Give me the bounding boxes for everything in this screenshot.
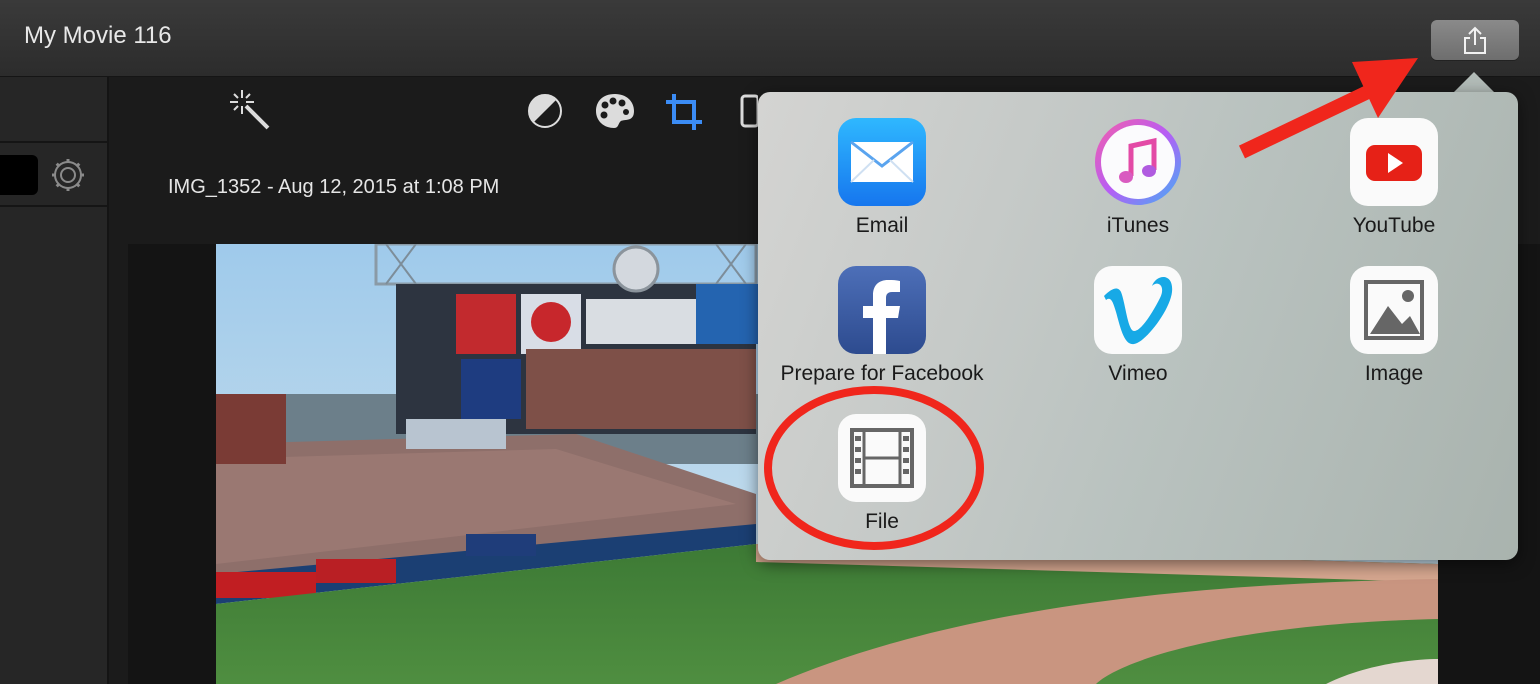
color-balance-icon[interactable]	[526, 92, 564, 130]
share-vimeo[interactable]: Vimeo	[1018, 266, 1258, 386]
share-item-label: Image	[1364, 362, 1424, 385]
clip-name: IMG_1352 - Aug 12, 2015 at 1:08 PM	[168, 176, 500, 198]
share-youtube[interactable]: YouTube	[1274, 118, 1514, 238]
magic-wand-icon[interactable]	[228, 88, 272, 132]
share-itunes[interactable]: iTunes	[1018, 118, 1258, 238]
share-item-label: Vimeo	[1108, 362, 1168, 385]
search-field[interactable]	[0, 155, 38, 195]
share-item-label: iTunes	[1106, 214, 1170, 237]
share-item-label: Email	[855, 214, 909, 237]
facebook-icon	[838, 266, 926, 354]
youtube-icon	[1350, 118, 1438, 206]
image-icon	[1350, 266, 1438, 354]
share-file[interactable]: File	[762, 414, 1002, 534]
share-item-label: Prepare for Facebook	[780, 362, 984, 385]
share-facebook[interactable]: Prepare for Facebook	[762, 266, 1002, 386]
share-icon	[1464, 26, 1486, 54]
share-image[interactable]: Image	[1274, 266, 1514, 386]
share-email[interactable]: Email	[762, 118, 1002, 238]
itunes-icon	[1094, 118, 1182, 206]
gear-icon[interactable]	[50, 157, 86, 193]
film-icon	[838, 414, 926, 502]
left-panel	[0, 77, 109, 684]
vimeo-icon	[1094, 266, 1182, 354]
share-button[interactable]	[1431, 20, 1519, 60]
stabilization-icon[interactable]	[740, 94, 758, 128]
crop-icon[interactable]	[664, 92, 704, 132]
window-title: My Movie 116	[24, 22, 172, 49]
share-item-label: YouTube	[1352, 214, 1436, 237]
divider	[0, 141, 107, 143]
mail-icon	[838, 118, 926, 206]
palette-icon[interactable]	[594, 92, 636, 130]
divider	[0, 205, 107, 207]
popover-arrow	[1452, 72, 1496, 94]
title-bar: My Movie 116	[0, 0, 1540, 77]
share-item-label: File	[865, 510, 899, 533]
